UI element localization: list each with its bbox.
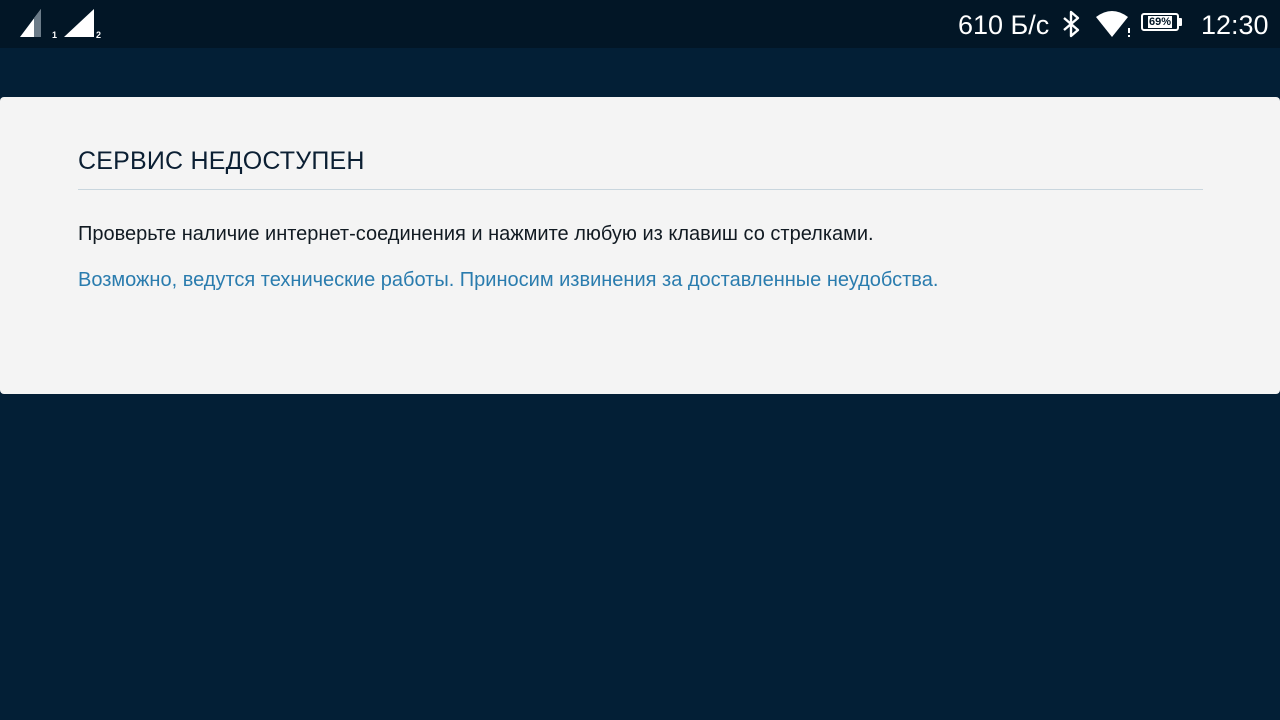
network-speed: 610 Б/с	[958, 10, 1050, 40]
signal-sim2-icon	[64, 9, 94, 37]
signal-sim1-icon	[20, 9, 41, 37]
panel-title: СЕРВИС НЕДОСТУПЕН	[78, 147, 365, 175]
error-message: Проверьте наличие интернет-соединения и …	[78, 223, 874, 245]
status-bar: 1 2 610 Б/с 69% 12:30	[0, 0, 1280, 48]
sim1-label: 1	[52, 30, 58, 40]
battery-icon: 69%	[1141, 13, 1182, 33]
bluetooth-icon	[1063, 10, 1080, 38]
wifi-icon	[1096, 11, 1130, 37]
maintenance-note: Возможно, ведутся технические работы. Пр…	[78, 269, 939, 291]
battery-percent: 69%	[1147, 16, 1173, 28]
sim2-label: 2	[96, 30, 102, 40]
clock: 12:30	[1201, 10, 1269, 40]
title-divider	[78, 189, 1203, 190]
error-panel: СЕРВИС НЕДОСТУПЕН Проверьте наличие инте…	[0, 97, 1280, 394]
